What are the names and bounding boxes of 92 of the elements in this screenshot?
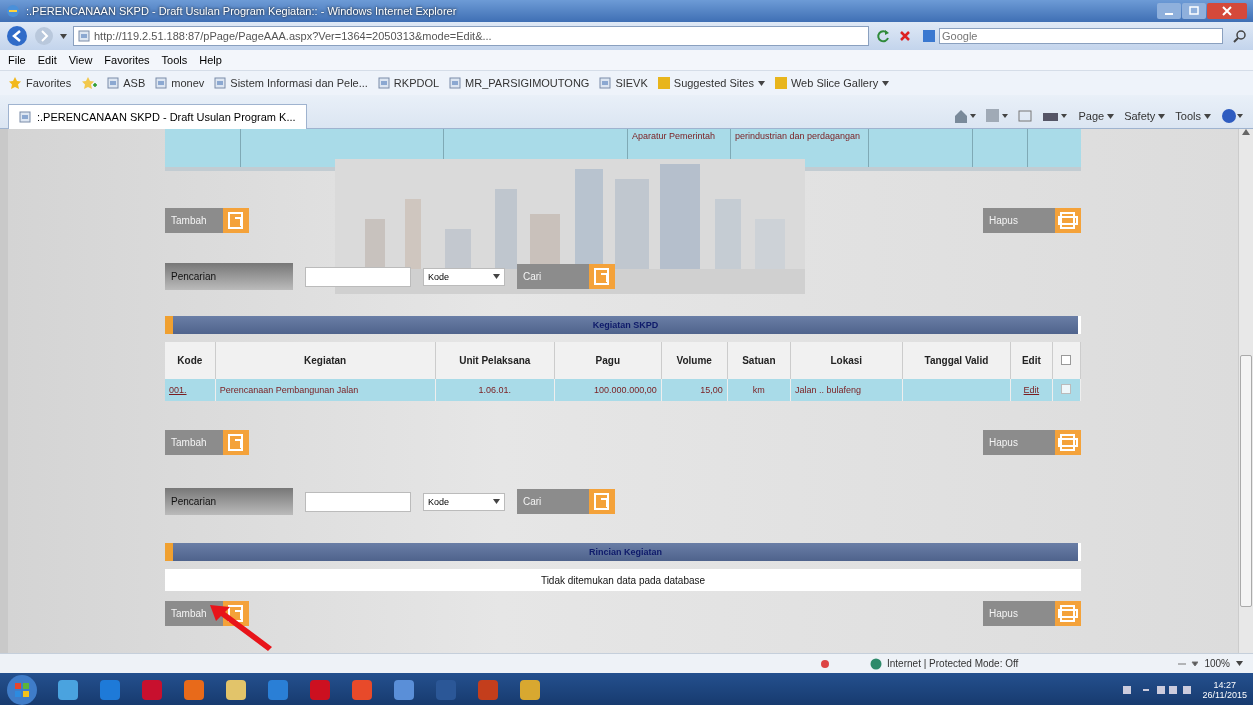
page-icon xyxy=(78,30,90,42)
table-cell: 1.06.01. xyxy=(478,385,512,395)
column-header: Lokasi xyxy=(790,342,903,379)
menu-item[interactable]: Tools xyxy=(161,54,188,66)
arrow-annotation xyxy=(210,605,272,651)
favorites-button[interactable]: Favorites xyxy=(8,76,72,90)
column-header: Satuan xyxy=(727,342,791,379)
panel-title: Rincian Kegiatan xyxy=(165,543,1081,561)
scrollbar-thumb[interactable] xyxy=(1240,355,1252,607)
delete-icon xyxy=(1055,601,1081,626)
row-checkbox[interactable] xyxy=(1061,384,1072,394)
favorite-link[interactable]: Suggested Sites xyxy=(657,77,765,89)
search-doc-icon xyxy=(589,264,615,289)
back-icon[interactable] xyxy=(6,25,28,47)
column-header: Kode xyxy=(165,342,216,379)
start-orb-icon[interactable] xyxy=(6,673,38,705)
column-header: Kegiatan xyxy=(215,342,436,379)
search-field[interactable] xyxy=(305,266,411,287)
favorite-link[interactable]: ASB xyxy=(107,77,146,89)
column-header: Pagu xyxy=(555,342,662,379)
table-cell: km xyxy=(752,385,765,395)
browser-tab[interactable]: :.PERENCANAAN SKPD - Draft Usulan Program K... xyxy=(8,104,307,129)
address-field[interactable]: http://119.2.51.188:87/pPage/PageAAA.aspx?Ver=1364=2050313&mode=Edit&... xyxy=(73,26,869,46)
menu-item[interactable]: Edit xyxy=(37,54,57,66)
favorite-link[interactable]: SIEVK xyxy=(599,77,648,89)
table-title: Kegiatan SKPD xyxy=(165,316,1081,334)
table-cell: Jalan .. bulafeng xyxy=(794,385,861,395)
command-menu[interactable]: Tools xyxy=(1175,110,1211,122)
page-icon xyxy=(107,77,120,89)
column-header: Tanggal Valid xyxy=(902,342,1012,379)
table-cell: 15,00 xyxy=(700,385,723,395)
refresh-icon[interactable] xyxy=(875,28,891,44)
add-doc-icon xyxy=(223,208,249,233)
table-cell: 100.000.000,00 xyxy=(594,385,657,395)
close-icon[interactable] xyxy=(1207,3,1247,19)
delete-icon xyxy=(1055,208,1081,233)
caret-icon xyxy=(493,499,500,504)
star-icon xyxy=(8,76,22,90)
page-icon xyxy=(19,111,31,123)
table-cell: Aparatur Pemerintah xyxy=(632,131,716,141)
empty-message: Tidak ditemukan data pada database xyxy=(165,569,1081,591)
favorite-link[interactable]: MR_PARSIGIMOUTONG xyxy=(449,77,590,89)
home-icon[interactable] xyxy=(954,109,977,123)
maximize-icon[interactable] xyxy=(1182,3,1206,19)
page-icon xyxy=(155,77,168,89)
globe-icon xyxy=(870,657,882,670)
edit-link[interactable]: Edit xyxy=(1023,385,1040,395)
column-header: Unit Pelaksana xyxy=(435,342,556,379)
code-link[interactable]: 001. xyxy=(169,385,187,395)
select-all-checkbox[interactable] xyxy=(1052,342,1081,379)
minimize-icon[interactable] xyxy=(1157,3,1181,19)
menu-item[interactable]: Favorites xyxy=(104,54,150,66)
page-icon xyxy=(449,77,462,89)
add-favorite-icon[interactable] xyxy=(81,76,98,90)
caret-icon xyxy=(1204,113,1211,119)
delete-icon xyxy=(1055,430,1081,455)
table-cell: Perencanaan Pembangunan Jalan xyxy=(219,385,359,395)
zoom-button[interactable]: 100% xyxy=(1204,658,1230,669)
favorite-link[interactable]: Sistem Informasi dan Pele... xyxy=(214,77,368,89)
menu-item[interactable]: Help xyxy=(199,54,222,66)
caret-icon xyxy=(757,80,765,86)
search-doc-icon xyxy=(589,489,615,514)
menu-item[interactable]: File xyxy=(8,54,26,66)
menu-item[interactable]: View xyxy=(68,54,93,66)
help-icon[interactable] xyxy=(1221,108,1245,124)
table-cell: perindustrian dan perdagangan xyxy=(735,131,861,141)
caret-icon xyxy=(493,274,500,279)
security-zone: Internet | Protected Mode: Off xyxy=(887,658,1019,669)
favorite-link[interactable]: RKPDOL xyxy=(377,77,440,89)
caret-icon xyxy=(60,33,67,39)
command-menu[interactable]: Page xyxy=(1078,110,1115,122)
search-label: Pencarian xyxy=(165,263,293,290)
search-icon[interactable] xyxy=(1233,29,1247,43)
search-field[interactable] xyxy=(305,491,411,512)
caret-icon xyxy=(1158,113,1166,119)
search-field[interactable]: Google xyxy=(939,28,1223,44)
column-header: Volume xyxy=(661,342,728,379)
window-title: :.PERENCANAAN SKPD - Draft Usulan Program Kegiatan:: - Windows Internet Explorer xyxy=(26,5,457,17)
search-label: Pencarian xyxy=(165,488,293,515)
column-header: Edit xyxy=(1011,342,1053,379)
page-icon xyxy=(214,77,227,89)
caret-icon xyxy=(882,80,890,86)
clock[interactable]: 14:27 26/11/2015 xyxy=(1202,679,1247,700)
caret-icon xyxy=(1107,113,1115,119)
add-doc-icon xyxy=(223,430,249,455)
command-menu[interactable]: Safety xyxy=(1124,110,1166,122)
favorite-link[interactable]: Web Slice Gallery xyxy=(774,77,890,89)
favorite-link[interactable]: monev xyxy=(155,77,205,89)
page-icon xyxy=(377,77,390,89)
filter-dropdown[interactable]: Kode xyxy=(423,492,505,511)
caret-icon xyxy=(1236,661,1243,666)
page-icon xyxy=(599,77,612,89)
